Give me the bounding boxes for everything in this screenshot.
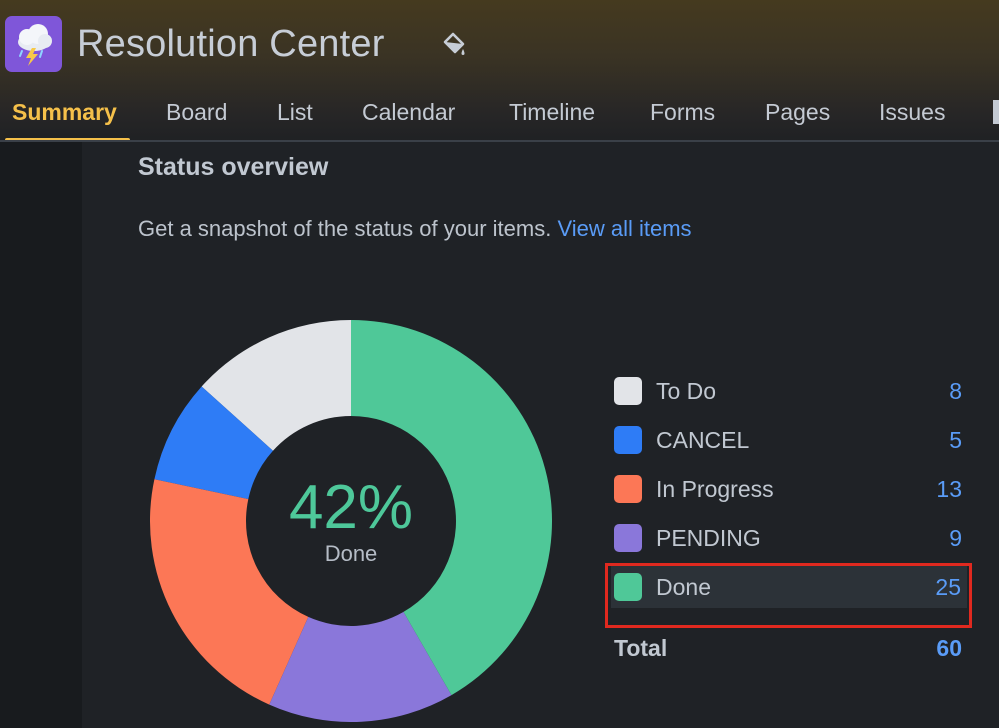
tab-overflow-indicator[interactable]	[993, 100, 999, 124]
storm-cloud-icon[interactable]	[5, 16, 62, 72]
legend-total-row: Total 60	[612, 634, 968, 664]
swatch-cancel	[614, 426, 642, 454]
section-title: Status overview	[138, 153, 329, 181]
legend-count-done[interactable]: 25	[935, 573, 961, 601]
left-rail	[0, 142, 82, 728]
section-description: Get a snapshot of the status of your ite…	[138, 215, 692, 243]
swatch-pending	[614, 524, 642, 552]
swatch-to-do	[614, 377, 642, 405]
tab-issues[interactable]: Issues	[879, 98, 945, 126]
legend-row-done[interactable]: Done 25	[611, 566, 967, 608]
project-header: Resolution Center Summary Board List Cal…	[0, 0, 999, 142]
legend-row-in-progress[interactable]: In Progress 13	[602, 468, 966, 510]
legend-label-to-do: To Do	[656, 378, 717, 404]
swatch-done	[614, 573, 642, 601]
tab-list[interactable]: List	[277, 98, 313, 126]
legend-row-pending[interactable]: PENDING 9	[602, 517, 966, 559]
status-donut-chart	[150, 320, 552, 722]
legend-count-cancel[interactable]: 5	[949, 426, 962, 454]
legend-count-to-do[interactable]: 8	[949, 377, 962, 405]
total-count[interactable]: 60	[936, 634, 962, 662]
legend-count-in-progress[interactable]: 13	[936, 475, 962, 503]
tab-forms[interactable]: Forms	[650, 98, 715, 126]
view-all-items-link[interactable]: View all items	[557, 216, 691, 241]
legend-row-cancel[interactable]: CANCEL 5	[602, 419, 966, 461]
legend-count-pending[interactable]: 9	[949, 524, 962, 552]
legend-row-to-do[interactable]: To Do 8	[602, 370, 966, 412]
project-title: Resolution Center	[77, 23, 385, 65]
tab-calendar[interactable]: Calendar	[362, 98, 455, 126]
tab-summary[interactable]: Summary	[12, 98, 117, 126]
legend-label-done: Done	[656, 574, 711, 600]
total-label: Total	[614, 635, 668, 661]
project-tabs: Summary Board List Calendar Timeline For…	[0, 92, 999, 142]
paint-bucket-icon[interactable]	[439, 30, 469, 60]
legend-label-cancel: CANCEL	[656, 427, 750, 453]
legend-label-in-progress: In Progress	[656, 476, 774, 502]
tab-pages[interactable]: Pages	[765, 98, 830, 126]
description-text: Get a snapshot of the status of your ite…	[138, 216, 552, 241]
tab-timeline[interactable]: Timeline	[509, 98, 595, 126]
legend-label-pending: PENDING	[656, 525, 761, 551]
swatch-in-progress	[614, 475, 642, 503]
tab-board[interactable]: Board	[166, 98, 227, 126]
status-overview-card: Status overview Get a snapshot of the st…	[82, 142, 999, 728]
